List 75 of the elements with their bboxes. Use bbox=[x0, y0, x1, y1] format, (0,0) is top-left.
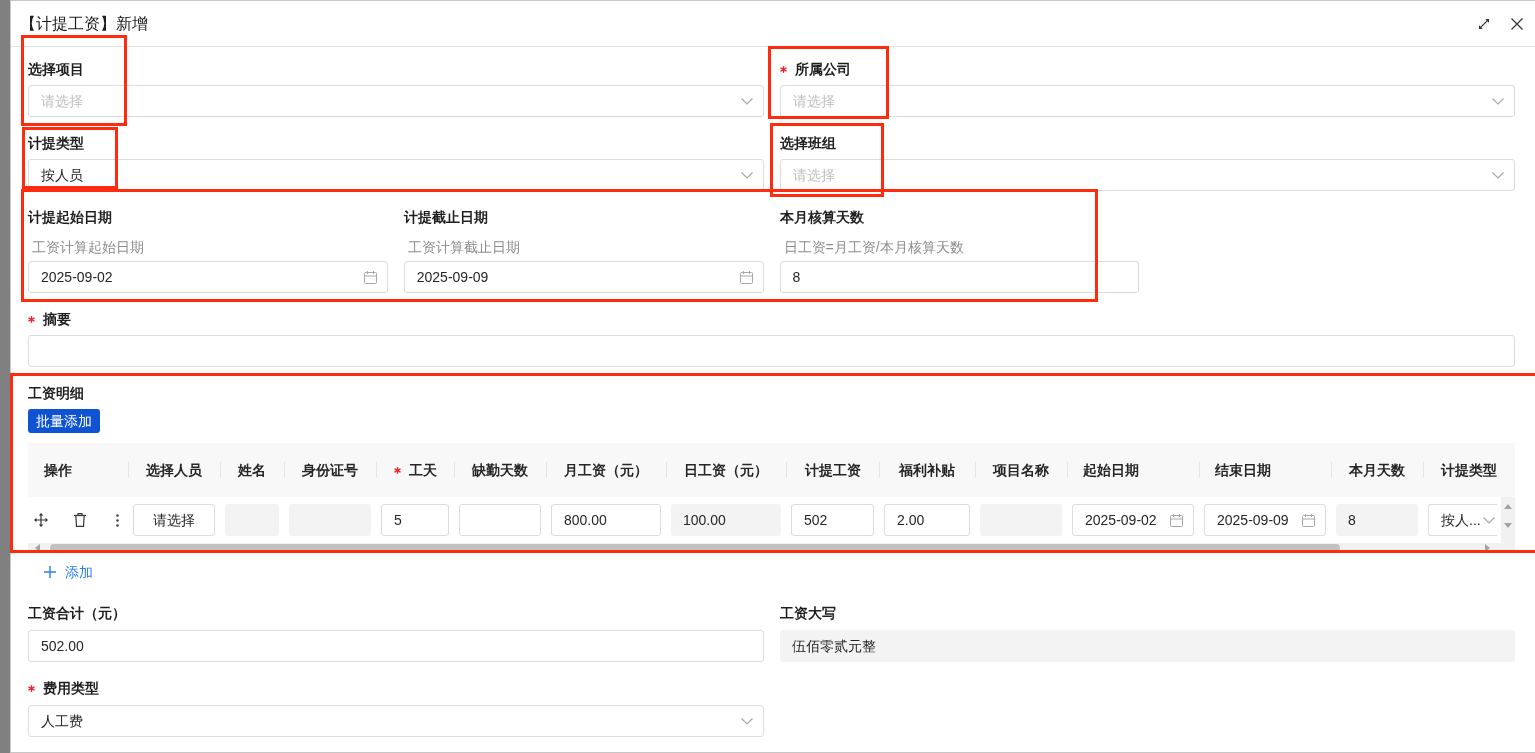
field-label: 本月核算天数 bbox=[779, 208, 864, 227]
horizontal-scrollbar[interactable] bbox=[28, 543, 1515, 553]
column-header: 身份证号 bbox=[302, 460, 358, 480]
scroll-up-icon[interactable] bbox=[1504, 504, 1512, 509]
date-field[interactable]: 2025-09-09 bbox=[403, 261, 764, 293]
chevron-down-icon bbox=[740, 717, 753, 725]
date-field[interactable]: 2025-09-09 bbox=[1204, 504, 1326, 536]
chevron-down-icon bbox=[740, 97, 753, 105]
field-label: 工资大写 bbox=[779, 604, 836, 623]
field-hint: 工资计算截止日期 bbox=[407, 237, 520, 257]
close-icon[interactable] bbox=[1511, 17, 1523, 30]
input-field[interactable]: 502 bbox=[791, 504, 874, 536]
date-field[interactable]: 2025-09-02 bbox=[1072, 504, 1194, 536]
column-header: 起始日期 bbox=[1083, 460, 1139, 480]
select-field[interactable]: 人工费 bbox=[28, 705, 764, 737]
select-field[interactable]: 按人... bbox=[1428, 504, 1497, 536]
field-label: 选择班组 bbox=[779, 134, 836, 153]
column-header: 本月天数 bbox=[1349, 460, 1405, 480]
readonly-field: 100.00 bbox=[671, 504, 781, 536]
scroll-down-icon[interactable] bbox=[1504, 523, 1512, 528]
field-label: 摘要 bbox=[43, 310, 71, 329]
select-button[interactable]: 请选择 bbox=[133, 504, 215, 536]
scroll-left-icon[interactable] bbox=[35, 544, 40, 552]
field-label: 工资合计（元） bbox=[28, 604, 126, 623]
scroll-right-icon[interactable] bbox=[1485, 544, 1490, 552]
select-field[interactable]: 按人员 bbox=[28, 159, 764, 191]
column-header: 月工资（元） bbox=[564, 460, 648, 480]
input-field[interactable]: 502.00 bbox=[28, 630, 764, 662]
input-field[interactable]: 8 bbox=[779, 261, 1140, 293]
chevron-down-icon bbox=[1492, 171, 1504, 179]
diagonal-arrows-icon[interactable] bbox=[1479, 18, 1489, 29]
column-header: 缺勤天数 bbox=[472, 460, 528, 480]
calendar-icon bbox=[363, 270, 377, 284]
readonly-field: 8 bbox=[1336, 504, 1418, 536]
field-label: 计提起始日期 bbox=[28, 208, 112, 227]
scrollbar-thumb[interactable] bbox=[50, 544, 1340, 552]
vertical-dots-icon[interactable] bbox=[116, 513, 119, 527]
batch-add-button[interactable]: 批量添加 bbox=[28, 409, 100, 433]
input-field[interactable]: 2.00 bbox=[884, 504, 970, 536]
calendar-icon bbox=[739, 270, 753, 284]
calendar-icon bbox=[1170, 513, 1183, 527]
column-header: 福利补贴 bbox=[899, 460, 955, 480]
field-label: 所属公司 bbox=[794, 60, 851, 79]
column-header: 姓名 bbox=[238, 460, 266, 480]
section-title: 工资明细 bbox=[28, 383, 84, 403]
column-header: 日工资（元） bbox=[684, 460, 768, 480]
add-link[interactable]: 添加 bbox=[44, 561, 93, 583]
trash-icon[interactable] bbox=[74, 513, 86, 527]
readonly-field: 伍佰零贰元整 bbox=[779, 630, 1515, 662]
column-header: 计提类型 bbox=[1441, 460, 1497, 480]
dialog-title: 【计提工资】新增 bbox=[20, 13, 148, 34]
date-field[interactable]: 2025-09-02 bbox=[28, 261, 388, 293]
chevron-down-icon bbox=[740, 171, 753, 179]
field-label: 选择项目 bbox=[28, 60, 84, 79]
field-hint: 工资计算起始日期 bbox=[32, 237, 144, 257]
plus-icon bbox=[44, 566, 56, 578]
vertical-scrollbar[interactable] bbox=[1501, 497, 1515, 543]
field-label: 计提类型 bbox=[28, 134, 84, 153]
field-hint: 日工资=月工资/本月核算天数 bbox=[783, 237, 964, 257]
column-header: 操作 bbox=[44, 460, 72, 480]
column-header: 选择人员 bbox=[146, 460, 202, 480]
move-arrows-icon[interactable] bbox=[34, 513, 48, 527]
column-header: 工天 bbox=[408, 460, 437, 480]
input-field[interactable]: 800.00 bbox=[551, 504, 661, 536]
input-field[interactable] bbox=[459, 504, 541, 536]
chevron-down-icon bbox=[1492, 97, 1504, 105]
input-field[interactable]: 5 bbox=[381, 504, 449, 536]
calendar-icon bbox=[1302, 513, 1315, 527]
column-header: 项目名称 bbox=[993, 460, 1049, 480]
chevron-down-icon bbox=[1483, 516, 1495, 524]
column-header: 结束日期 bbox=[1215, 460, 1271, 480]
input-field[interactable] bbox=[28, 335, 1515, 367]
field-label: 计提截止日期 bbox=[403, 208, 488, 227]
field-label: 费用类型 bbox=[43, 679, 99, 698]
column-header: 计提工资 bbox=[804, 460, 861, 480]
